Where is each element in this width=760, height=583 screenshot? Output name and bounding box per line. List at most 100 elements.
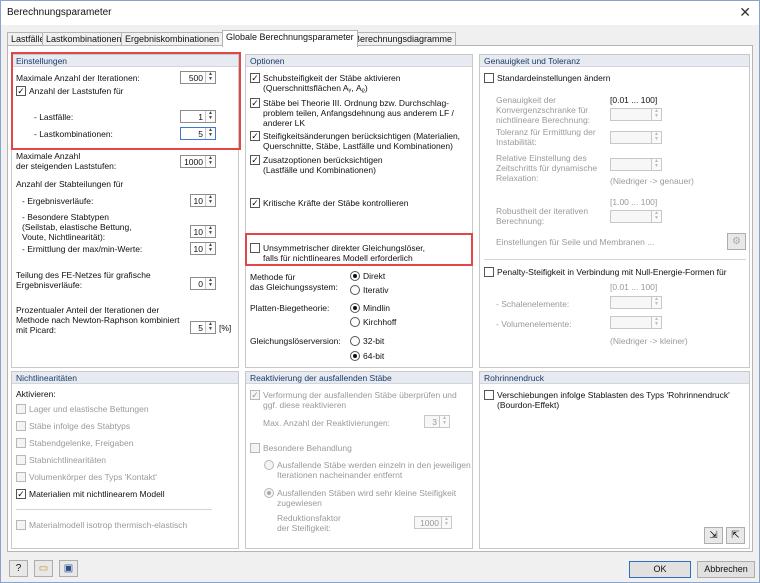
kirchhoff-radio[interactable] xyxy=(350,317,360,327)
isotrop-checkbox[interactable] xyxy=(16,520,26,530)
rohrinnendruck-panel: Rohrinnendruck Verschiebungen infolge St… xyxy=(479,371,750,549)
tab-content: Einstellungen Maximale Anzahl der Iterat… xyxy=(7,45,753,552)
staebe-stabtyp-label: Stäbe infolge des Stabtyps xyxy=(29,421,131,431)
verschiebungen-label: Verschiebungen infolge Stablasten des Ty… xyxy=(497,390,730,410)
close-icon[interactable]: ✕ xyxy=(739,4,751,21)
einzeln-radio[interactable] xyxy=(264,460,274,470)
mindlin-radio[interactable] xyxy=(350,303,360,313)
reaktivierung-header: Reaktivierung der ausfallenden Stäbe xyxy=(246,372,472,384)
lager-label: Lager und elastische Bettungen xyxy=(29,404,149,414)
ok-button[interactable]: OK xyxy=(629,561,691,578)
volumenelemente-label: - Volumenelemente: xyxy=(496,319,572,329)
bit64-label: 64-bit xyxy=(363,351,385,361)
range1-label: [0.01 ... 100] xyxy=(610,95,658,105)
staebe-stabtyp-checkbox[interactable] xyxy=(16,421,26,431)
tab-ergebniskombinationen[interactable]: Ergebniskombinationen xyxy=(121,32,224,46)
reduktionsfaktor-input[interactable]: 1000 ▲ ▼ xyxy=(414,516,452,529)
rohrinnendruck-header: Rohrinnendruck xyxy=(480,372,749,384)
stabnichtlinearitaeten-label: Stabnichtlinearitäten xyxy=(29,455,107,465)
max-reaktivierungen-label: Max. Anzahl der Reaktivierungen: xyxy=(263,418,391,428)
penalty-checkbox[interactable] xyxy=(484,267,494,277)
besondere-behandlung-checkbox[interactable] xyxy=(250,443,260,453)
verformung-checkbox[interactable]: ✓ xyxy=(250,390,260,400)
prozent-unit: [%] xyxy=(219,323,232,333)
nichtlinearitaeten-panel: Nichtlinearitäten Aktivieren: Lager und … xyxy=(11,371,239,549)
kleine-steifigkeit-radio[interactable] xyxy=(264,488,274,498)
title-bar: Berechnungsparameter ✕ xyxy=(1,1,759,25)
stabnichtlinearitaeten-checkbox[interactable] xyxy=(16,455,26,465)
abbrechen-button[interactable]: Abbrechen xyxy=(697,561,755,578)
bit64-radio[interactable] xyxy=(350,351,360,361)
materialien-checkbox[interactable]: ✓ xyxy=(16,489,26,499)
konvergenz-label: Genauigkeit der Konvergenzschranke für n… xyxy=(496,95,591,125)
kirchhoff-label: Kirchhoff xyxy=(363,317,397,327)
standardeinstellungen-checkbox[interactable] xyxy=(484,73,494,83)
divider xyxy=(16,509,212,510)
zusatzoptionen-label: Zusatzoptionen berücksichtigen (Lastfäll… xyxy=(263,155,383,175)
kontakt-label: Volumenkörper des Typs 'Kontakt' xyxy=(29,472,157,482)
standardeinstellungen-label: Standardeinstellungen ändern xyxy=(497,73,611,83)
stabendgelenke-checkbox[interactable] xyxy=(16,438,26,448)
schubsteifigkeit-checkbox[interactable]: ✓ xyxy=(250,73,260,83)
seile-settings-icon[interactable]: ⚙ xyxy=(727,233,746,250)
seile-membranen-label: Einstellungen für Seile und Membranen ..… xyxy=(496,237,655,247)
toleranz-label: Toleranz für Ermittlung der Instabilität… xyxy=(496,127,596,147)
robustheit-label: Robustheit der iterativen Berechnung: xyxy=(496,206,589,226)
nichtlinearitaeten-header: Nichtlinearitäten xyxy=(12,372,238,384)
schubsteifigkeit-label: Schubsteifigkeit der Stäbe aktivieren (Q… xyxy=(263,73,401,93)
direkt-radio[interactable] xyxy=(350,271,360,281)
fe-netz-input[interactable]: 0 ▲ ▼ xyxy=(190,277,216,290)
max-reaktivierungen-input[interactable]: 3 ▲ ▼ xyxy=(424,415,450,428)
besondere-stabtypen-label: - Besondere Stabtypen (Seilstab, elastis… xyxy=(22,212,132,242)
relativ-label: Relative Einstellung des Zeitschritts fü… xyxy=(496,153,598,183)
highlight-gleichungsloeser xyxy=(245,233,473,266)
highlight-laststufen xyxy=(11,52,241,150)
dialog-window: Berechnungsparameter ✕ Lastfälle Lastkom… xyxy=(0,0,760,583)
fe-netz-label: Teilung des FE-Netzes für grafische Erge… xyxy=(16,270,151,290)
kritische-kraefte-checkbox[interactable]: ✓ xyxy=(250,198,260,208)
besondere-behandlung-label: Besondere Behandlung xyxy=(263,443,352,453)
besondere-stabtypen-input[interactable]: 10 ▲ ▼ xyxy=(190,225,216,238)
iterativ-radio[interactable] xyxy=(350,285,360,295)
steifigkeitsaenderungen-checkbox[interactable]: ✓ xyxy=(250,131,260,141)
reaktivierung-panel: Reaktivierung der ausfallenden Stäbe ✓ V… xyxy=(245,371,473,549)
steifigkeitsaenderungen-label: Steifigkeitsänderungen berücksichtigen (… xyxy=(263,131,461,151)
save-icon[interactable]: ▣ xyxy=(59,560,78,577)
tab-lastkombinationen[interactable]: Lastkombinationen xyxy=(42,32,126,46)
direkt-label: Direkt xyxy=(363,271,386,281)
export-icon[interactable]: ⇱ xyxy=(726,527,745,544)
tab-berechnungsdiagramme[interactable]: Berechnungsdiagramme xyxy=(350,32,457,46)
lager-checkbox[interactable] xyxy=(16,404,26,414)
ermittlung-maxmin-input[interactable]: 10 ▲ ▼ xyxy=(190,242,216,255)
relativ-input[interactable]: ▲ ▼ xyxy=(610,158,662,171)
folder-icon[interactable]: ▭ xyxy=(34,560,53,577)
import-icon[interactable]: ⇲ xyxy=(704,527,723,544)
range3-label: [0.01 ... 100] xyxy=(610,282,658,292)
tab-globale-berechnungsparameter[interactable]: Globale Berechnungsparameter xyxy=(222,30,358,47)
kritische-kraefte-label: Kritische Kräfte der Stäbe kontrollieren xyxy=(263,198,409,208)
max-steigende-laststufen-input[interactable]: 1000 ▲ ▼ xyxy=(180,155,216,168)
stabteilungen-label: Anzahl der Stabteilungen für xyxy=(16,179,124,189)
iterativ-label: Iterativ xyxy=(363,285,389,295)
verschiebungen-checkbox[interactable] xyxy=(484,390,494,400)
toleranz-input[interactable]: ▲ ▼ xyxy=(610,131,662,144)
stabendgelenke-label: Stabendgelenke, Freigaben xyxy=(29,438,134,448)
schalenelemente-label: - Schalenelemente: xyxy=(496,299,570,309)
theorie-iii-checkbox[interactable]: ✓ xyxy=(250,98,260,108)
optionen-panel: Optionen ✓ Schubsteifigkeit der Stäbe ak… xyxy=(245,54,473,368)
schalenelemente-input[interactable]: ▲ ▼ xyxy=(610,296,662,309)
range2-label: [1.00 ... 100] xyxy=(610,197,658,207)
genauigkeit-header: Genauigkeit und Toleranz xyxy=(480,55,749,67)
einzeln-label: Ausfallende Stäbe werden einzeln in den … xyxy=(277,460,471,480)
bit32-radio[interactable] xyxy=(350,336,360,346)
prozent-newton-input[interactable]: 5 ▲ ▼ xyxy=(190,321,216,334)
kontakt-checkbox[interactable] xyxy=(16,472,26,482)
theorie-iii-label: Stäbe bei Theorie III. Ordnung bzw. Durc… xyxy=(263,98,454,128)
genauigkeit-panel: Genauigkeit und Toleranz Standardeinstel… xyxy=(479,54,750,368)
help-icon[interactable]: ? xyxy=(9,560,28,577)
ergebnisverlaeufe-input[interactable]: 10 ▲ ▼ xyxy=(190,194,216,207)
robustheit-input[interactable]: ▲ ▼ xyxy=(610,210,662,223)
zusatzoptionen-checkbox[interactable]: ✓ xyxy=(250,155,260,165)
konvergenz-input[interactable]: ▲ ▼ xyxy=(610,108,662,121)
volumenelemente-input[interactable]: ▲ ▼ xyxy=(610,316,662,329)
